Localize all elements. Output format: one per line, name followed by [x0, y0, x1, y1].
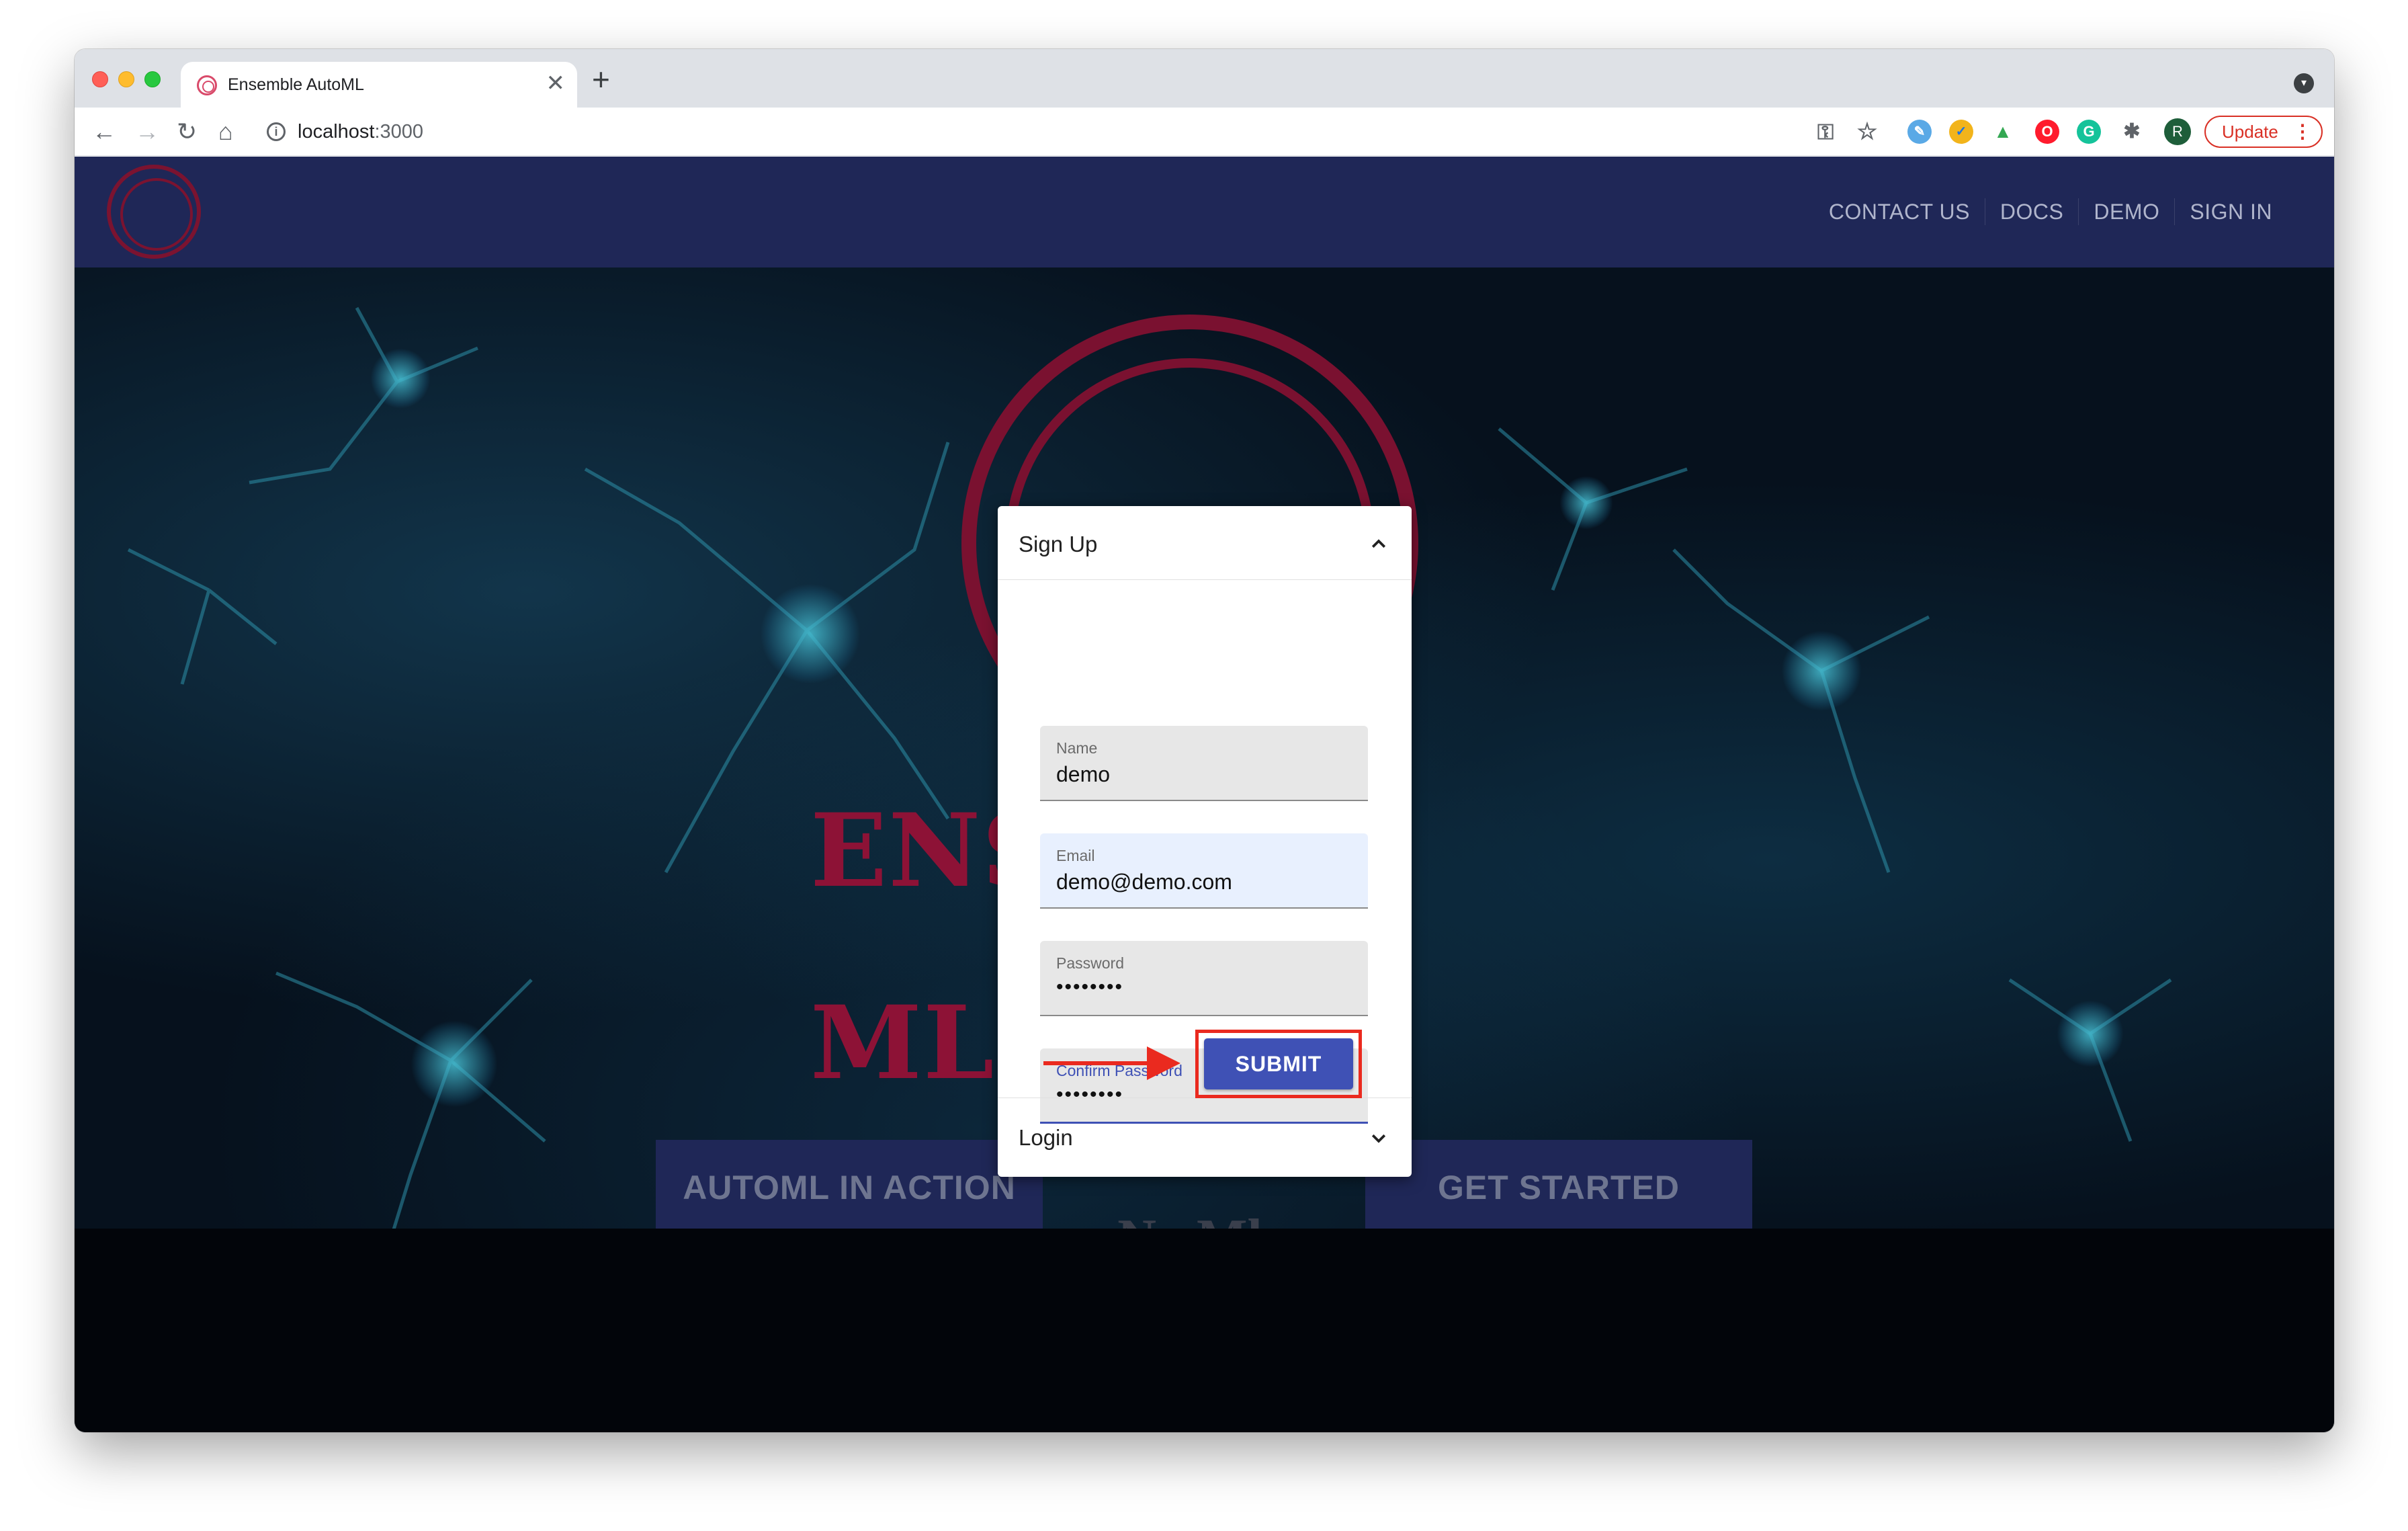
grammarly-icon[interactable]: G [2077, 120, 2101, 144]
browser-tab[interactable]: Ensemble AutoML ✕ [181, 62, 577, 108]
browser-window: Ensemble AutoML ✕ + ▾ ← → ↻ ⌂ i localhos… [75, 49, 2334, 1432]
name-value[interactable]: demo [1056, 762, 1110, 787]
login-title: Login [1019, 1125, 1073, 1150]
reload-icon[interactable]: ↻ [177, 117, 197, 147]
extensions-icon[interactable]: ✱ [2120, 120, 2144, 144]
email-label: Email [1056, 847, 1095, 864]
favicon-icon [197, 75, 217, 95]
nav-sign-in[interactable]: SIGN IN [2174, 198, 2287, 225]
email-value[interactable]: demo@demo.com [1056, 870, 1232, 895]
minimize-window-button[interactable] [118, 71, 134, 87]
neuron-glow [1781, 630, 1862, 711]
nav-docs[interactable]: DOCS [1984, 198, 2078, 225]
neuron-glow [2057, 1000, 2124, 1067]
nav-contact-us[interactable]: CONTACT US [1814, 198, 1985, 225]
update-button[interactable]: Update ⋮ [2204, 116, 2323, 148]
more-icon[interactable]: ⋮ [2293, 117, 2312, 147]
name-field[interactable]: Name demo [1040, 726, 1368, 801]
url-host: localhost [298, 121, 375, 142]
new-tab-button[interactable]: + [592, 64, 610, 95]
close-window-button[interactable] [92, 71, 108, 87]
drive-icon[interactable]: ▲ [1991, 120, 2015, 144]
home-icon[interactable]: ⌂ [218, 117, 233, 147]
chevron-down-icon[interactable] [1369, 1128, 1389, 1148]
info-icon[interactable]: i [267, 122, 286, 141]
submit-button[interactable]: SUBMIT [1204, 1038, 1353, 1089]
address-bar[interactable]: i localhost:3000 [256, 114, 1976, 149]
zoom-window-button[interactable] [144, 71, 161, 87]
automl-in-action-button[interactable]: AUTOML IN ACTION [656, 1140, 1043, 1236]
update-label: Update [2222, 122, 2278, 142]
site-navbar: CONTACT US DOCS DEMO SIGN IN [75, 157, 2334, 267]
neuron-glow [370, 348, 431, 409]
annotation-arrow-head [1147, 1046, 1180, 1080]
opera-icon[interactable]: O [2035, 120, 2059, 144]
login-accordion-header[interactable]: Login [998, 1098, 1412, 1177]
back-icon[interactable]: ← [92, 117, 116, 147]
annotation-arrow-shaft [1043, 1061, 1151, 1065]
signup-title: Sign Up [1019, 532, 1098, 556]
signup-accordion-header[interactable]: Sign Up [998, 506, 1412, 580]
web-page: CONTACT US DOCS DEMO SIGN IN ENSML AUTOM… [75, 157, 2334, 1432]
star-icon[interactable]: ☆ [1855, 120, 1879, 144]
extension-icon[interactable]: ✎ [1907, 120, 1932, 144]
password-value[interactable]: •••••••• [1056, 976, 1123, 999]
tab-strip: Ensemble AutoML ✕ + ▾ [75, 49, 2334, 108]
neuron-glow [760, 583, 861, 684]
chevron-up-icon[interactable] [1369, 534, 1389, 554]
submit-highlight-box: SUBMIT [1195, 1030, 1362, 1098]
name-label: Name [1056, 739, 1098, 757]
extension-icon[interactable]: ✓ [1949, 120, 1973, 144]
neuron-glow [1559, 476, 1613, 530]
hero-title-right: ML [810, 984, 996, 1102]
email-field[interactable]: Email demo@demo.com [1040, 833, 1368, 909]
brand-logo[interactable] [107, 165, 201, 259]
profile-avatar[interactable]: R [2164, 118, 2191, 145]
neuron-glow [411, 1020, 498, 1108]
nav-links: CONTACT US DOCS DEMO SIGN IN [1814, 198, 2287, 225]
url-port: :3000 [374, 121, 424, 142]
key-icon[interactable]: ⚿ [1813, 120, 1838, 144]
tab-search-icon[interactable]: ▾ [2294, 73, 2314, 93]
bottom-section [75, 1229, 2334, 1432]
tab-title: Ensemble AutoML [228, 75, 364, 94]
password-label: Password [1056, 954, 1124, 972]
password-field[interactable]: Password •••••••• [1040, 941, 1368, 1016]
url-text[interactable]: localhost:3000 [298, 121, 423, 143]
tab-close-icon[interactable]: ✕ [546, 70, 566, 97]
browser-toolbar: ← → ↻ ⌂ i localhost:3000 ⚿ ☆ ✎ ✓ ▲ O G ✱… [75, 108, 2334, 156]
nav-demo[interactable]: DEMO [2078, 198, 2174, 225]
get-started-button[interactable]: GET STARTED [1365, 1140, 1752, 1236]
forward-icon[interactable]: → [135, 117, 159, 147]
